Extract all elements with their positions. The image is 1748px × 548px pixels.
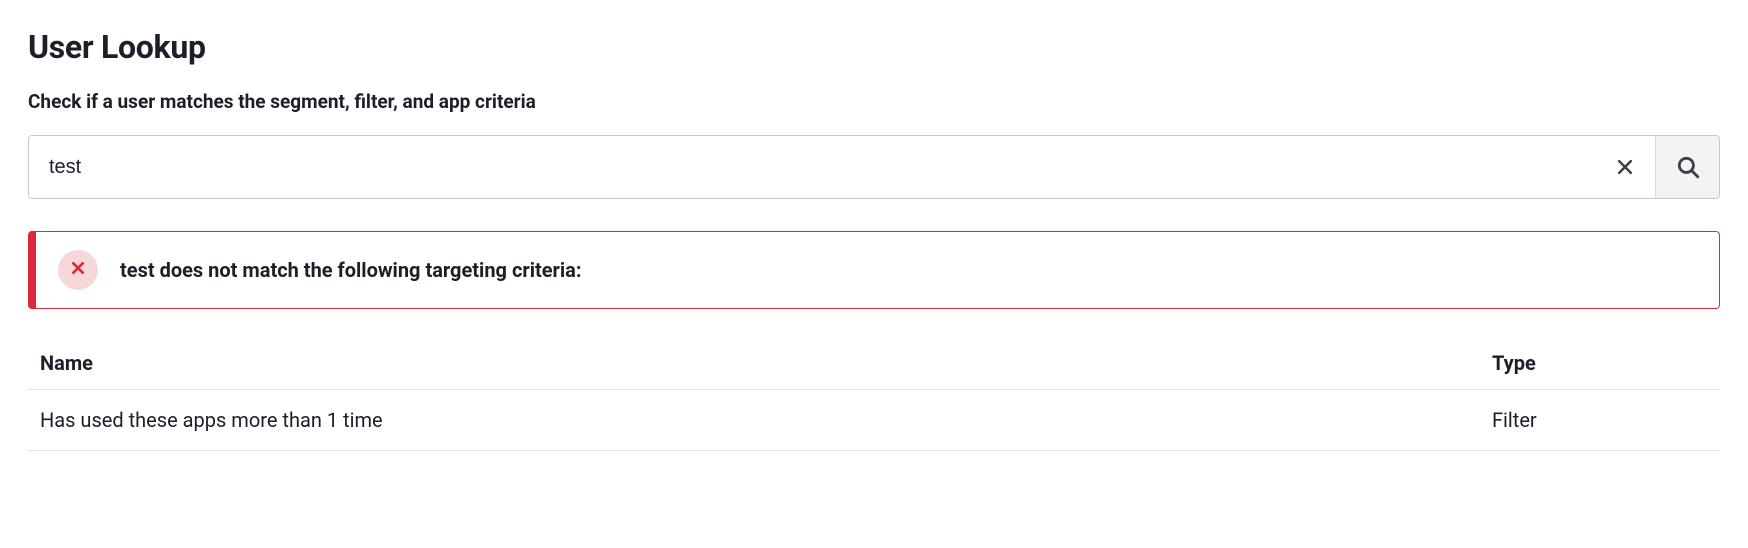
search-icon [1675, 154, 1701, 180]
col-header-type: Type [1480, 337, 1720, 390]
col-header-name: Name [28, 337, 1480, 390]
search-input[interactable] [29, 136, 1595, 198]
cell-type: Filter [1480, 390, 1720, 451]
table-row: Has used these apps more than 1 time Fil… [28, 390, 1720, 451]
page-subtitle: Check if a user matches the segment, fil… [28, 90, 1720, 113]
page-title: User Lookup [28, 28, 1720, 66]
alert-message: test does not match the following target… [120, 258, 582, 282]
cell-name: Has used these apps more than 1 time [28, 390, 1480, 451]
table-header-row: Name Type [28, 337, 1720, 390]
error-alert: test does not match the following target… [28, 231, 1720, 309]
search-row [28, 135, 1720, 199]
search-button[interactable] [1655, 136, 1719, 198]
clear-button[interactable] [1595, 136, 1655, 198]
error-x-icon [70, 260, 86, 280]
close-icon [1615, 157, 1635, 177]
alert-icon-wrap [58, 250, 98, 290]
results-table: Name Type Has used these apps more than … [28, 337, 1720, 451]
